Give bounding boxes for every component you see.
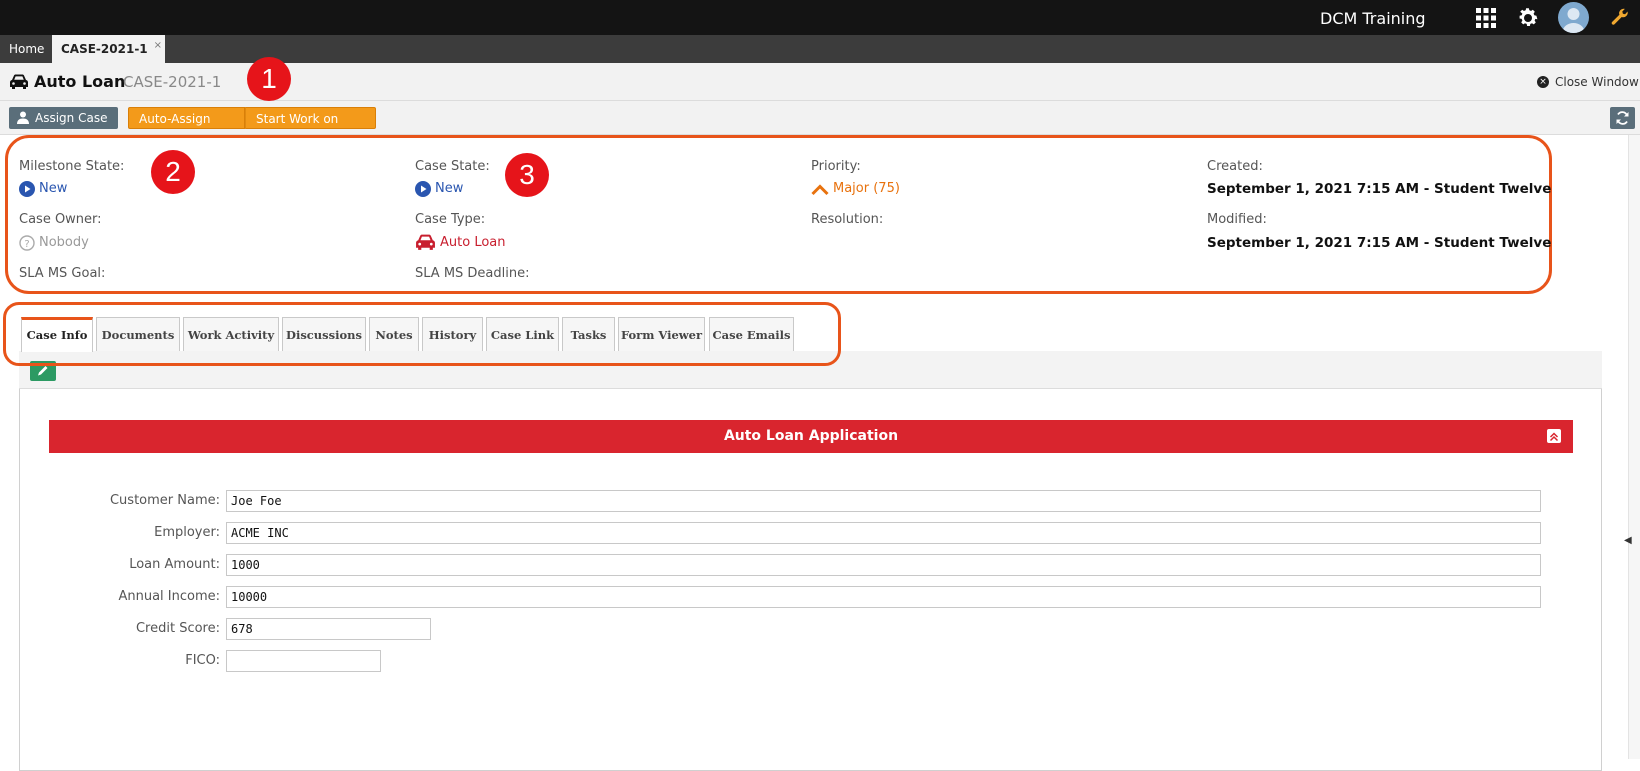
play-circle-icon (19, 181, 35, 197)
modified-label: Modified: (1207, 212, 1267, 227)
case-type-label: Case Type: (415, 212, 486, 227)
refresh-icon (1616, 111, 1629, 125)
priority-value: Major (75) (833, 181, 900, 196)
milestone-state-value[interactable]: New (39, 181, 67, 196)
user-icon (17, 111, 29, 124)
case-state-value[interactable]: New (435, 181, 463, 196)
created-value: September 1, 2021 7:15 AM - Student Twel… (1207, 181, 1552, 197)
sla-goal-label: SLA MS Goal: (19, 266, 106, 281)
refresh-button[interactable] (1610, 107, 1635, 129)
customer-name-field[interactable]: Joe Foe (226, 490, 1541, 512)
play-circle-icon (415, 181, 431, 197)
close-window-link[interactable]: Close Window (1555, 75, 1639, 89)
assign-case-button[interactable]: Assign Case ▼ (9, 107, 118, 146)
avatar[interactable] (1558, 2, 1589, 33)
section-title: Auto Loan Application (723, 428, 899, 444)
case-owner-label: Case Owner: (19, 212, 102, 227)
tab-case[interactable]: CASE-2021-1 × (52, 35, 165, 63)
tab-close-icon[interactable]: × (154, 32, 162, 60)
resolution-label: Resolution: (811, 212, 884, 227)
milestone-state-label: Milestone State: (19, 159, 125, 174)
start-work-button[interactable]: Start Work on Case (245, 107, 376, 148)
double-chevron-up-icon (1549, 432, 1559, 442)
modified-value: September 1, 2021 7:15 AM - Student Twel… (1207, 235, 1552, 251)
auto-assign-case-button[interactable]: Auto-Assign Case (128, 107, 245, 148)
tab-home[interactable]: Home (0, 35, 51, 63)
loan-amount-label: Loan Amount: (129, 557, 220, 572)
loan-amount-field[interactable]: 1000 (226, 554, 1541, 576)
case-owner-value: Nobody (39, 235, 89, 250)
chevron-up-icon (811, 184, 829, 196)
employer-field[interactable]: ACME INC (226, 522, 1541, 544)
annual-income-label: Annual Income: (118, 589, 220, 604)
question-circle-icon: ? (19, 235, 35, 251)
window-tab-strip: Home CASE-2021-1 × (0, 35, 1640, 63)
fico-field[interactable] (226, 650, 381, 672)
tabs-highlight (3, 302, 841, 366)
top-bar: DCM Training (0, 0, 1640, 35)
annotation-badge-1: 1 (247, 57, 291, 101)
credit-score-label: Credit Score: (135, 621, 220, 636)
sla-deadline-label: SLA MS Deadline: (415, 266, 530, 281)
section-header: Auto Loan Application (49, 420, 1573, 453)
wrench-icon[interactable] (1610, 8, 1630, 28)
customer-name-label: Customer Name: (109, 493, 220, 508)
app-title: DCM Training (1320, 9, 1426, 28)
credit-score-field[interactable]: 678 (226, 618, 431, 640)
user-silhouette-icon (1562, 8, 1585, 33)
svg-text:?: ? (24, 239, 29, 250)
collapse-button[interactable] (1547, 429, 1561, 443)
side-rail (1628, 135, 1640, 759)
tab-home-label: Home (9, 42, 45, 56)
apps-grid-icon[interactable] (1475, 7, 1497, 29)
case-summary-highlight (5, 135, 1552, 294)
annual-income-field[interactable]: 10000 (226, 586, 1541, 608)
tab-case-label: CASE-2021-1 (61, 42, 148, 56)
car-icon (416, 234, 435, 250)
case-id: CASE-2021-1 (123, 73, 222, 91)
close-circle-icon[interactable]: × (1537, 76, 1549, 88)
assign-case-label: Assign Case (35, 111, 108, 125)
created-label: Created: (1207, 159, 1263, 174)
case-header: Auto Loan CASE-2021-1 × Close Window (0, 63, 1640, 101)
fico-label: FICO: (185, 653, 220, 668)
car-icon (10, 74, 28, 89)
case-state-label: Case State: (415, 159, 490, 174)
priority-label: Priority: (811, 159, 861, 174)
action-toolbar: Assign Case ▼ Auto-Assign Case Start Wor… (0, 101, 1640, 148)
employer-label: Employer: (154, 525, 220, 540)
page-title: Auto Loan (34, 72, 126, 91)
caret-left-icon[interactable]: ◀ (1624, 535, 1632, 546)
case-type-value: Auto Loan (440, 235, 506, 250)
gear-icon[interactable] (1516, 6, 1540, 30)
